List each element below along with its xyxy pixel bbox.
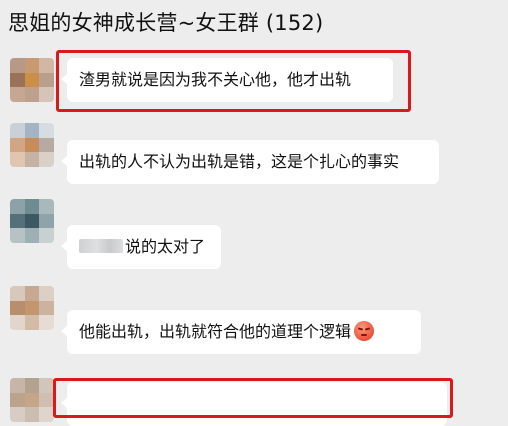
avatar[interactable] — [10, 378, 54, 422]
group-title[interactable]: 思姐的女神成长营~女王群 (152) — [8, 7, 323, 37]
avatar[interactable] — [10, 123, 54, 167]
blurred-mention — [79, 239, 123, 253]
message-text: 出轨的人不认为出轨是错，这是个扎心的事实 — [79, 152, 400, 171]
avatar[interactable] — [10, 58, 54, 102]
message-bubble[interactable]: 出轨的人不认为出轨是错，这是个扎心的事实 — [61, 140, 439, 184]
sad-face-emoji-icon — [354, 321, 375, 341]
message-bubble[interactable]: 渣男就说是因为我不关心他，他才出轨 — [61, 58, 393, 102]
message-text: 他能出轨，出轨就符合他的道理个逻辑 — [79, 322, 352, 341]
avatar[interactable] — [10, 286, 54, 330]
message-text: 渣男就说是因为我不关心他，他才出轨 — [79, 70, 352, 89]
message-bubble[interactable]: 说的太对了 — [61, 225, 221, 269]
avatar[interactable] — [10, 199, 54, 243]
message-bubble[interactable]: 他能出轨，出轨就符合他的道理个逻辑 — [61, 310, 421, 354]
message-bubble[interactable] — [61, 382, 447, 426]
message-text: 说的太对了 — [125, 237, 206, 256]
chat-header: 思姐的女神成长营~女王群 (152) — [0, 0, 508, 44]
